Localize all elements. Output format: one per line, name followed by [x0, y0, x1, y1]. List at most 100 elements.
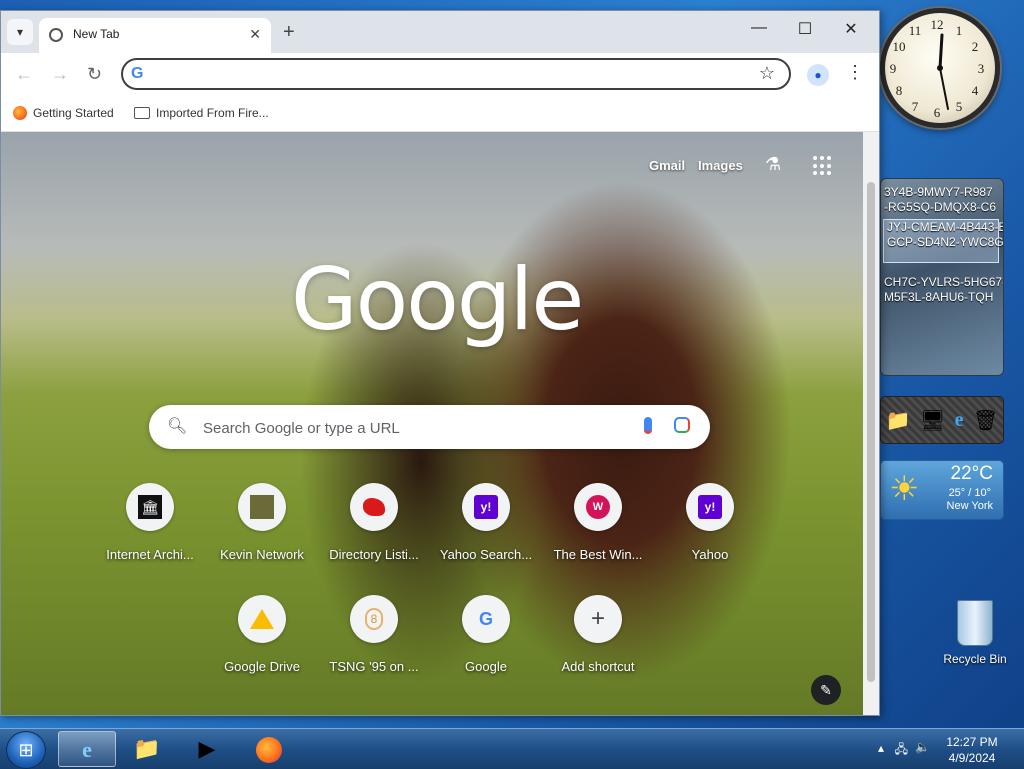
bookmarks-bar: Getting Started Imported From Fire... — [1, 97, 879, 132]
shortcut-google-drive[interactable]: Google Drive — [206, 595, 318, 674]
shortcut-label: The Best Win... — [553, 547, 643, 562]
shortcut-google[interactable]: G Google — [430, 595, 542, 674]
recycle-bin[interactable]: Recycle Bin — [940, 600, 1010, 666]
ntp-search-box[interactable]: 🔍︎ — [149, 405, 710, 449]
shortcut-best-windows[interactable]: W The Best Win... — [542, 483, 654, 562]
media-player-icon: ▶ — [198, 736, 216, 761]
clock-gadget: 12 1 2 3 4 5 6 7 8 9 10 11 — [880, 8, 1000, 128]
quick-launch-gadget: 📁 🖥 e 🗑 — [880, 396, 1004, 444]
close-tab-icon[interactable]: ✕ — [249, 26, 261, 43]
weather-temp: 22°C — [950, 463, 993, 484]
images-link[interactable]: Images — [698, 158, 743, 173]
close-window-button[interactable]: ✕ — [837, 19, 865, 39]
new-tab-button[interactable]: + — [283, 21, 295, 44]
taskbar-firefox[interactable] — [240, 731, 298, 767]
bookmark-getting-started[interactable]: Getting Started — [13, 106, 114, 120]
volume-muted-icon[interactable]: 🔈 — [915, 740, 930, 754]
forward-button[interactable]: → — [51, 64, 69, 85]
taskbar: ⊞ e 📁 ▶ ▴ 🖧 🔈 12:27 PM 4/9/2024 — [0, 728, 1024, 769]
recycle-bin-label: Recycle Bin — [943, 652, 1007, 666]
product-key-line: JYJ-CMEAM-4B443-E — [887, 220, 1004, 234]
back-button[interactable]: ← — [15, 64, 33, 85]
reload-button[interactable]: ↻ — [87, 64, 102, 85]
bookmark-star-icon[interactable]: ☆ — [759, 63, 775, 84]
labs-flask-icon[interactable]: ⚗ — [765, 154, 781, 175]
address-input[interactable] — [157, 63, 751, 87]
chrome-icon — [49, 28, 63, 42]
tab-strip: ▾ New Tab ✕ + — ☐ ✕ — [1, 11, 879, 53]
shortcut-label: Directory Listi... — [329, 547, 419, 562]
start-button[interactable]: ⊞ — [6, 731, 46, 769]
ntp-search-input[interactable] — [201, 416, 625, 440]
ie-icon[interactable]: e — [955, 409, 964, 432]
directory-listing-icon — [363, 498, 385, 516]
page-scrollbar[interactable] — [863, 132, 879, 715]
toolbar: ← → ↻ G ☆ ● ⋮ — [1, 53, 879, 97]
plus-icon: + — [590, 605, 605, 632]
profile-avatar[interactable]: ● — [807, 64, 829, 86]
show-hidden-icons-icon[interactable]: ▴ — [878, 741, 884, 755]
minimize-button[interactable]: — — [745, 19, 773, 37]
maximize-button[interactable]: ☐ — [791, 19, 819, 39]
shortcut-directory-listing[interactable]: Directory Listi... — [318, 483, 430, 562]
shortcut-label: Add shortcut — [561, 659, 635, 674]
chevron-down-icon: ▾ — [16, 25, 24, 39]
google-g-icon: G — [478, 608, 493, 629]
w-icon: W — [586, 495, 610, 519]
recycle-bin-icon — [957, 600, 993, 646]
partly-cloudy-icon: ☀ — [889, 470, 920, 508]
product-key-line: 3Y4B-9MWY7-R987 — [884, 185, 993, 199]
computer-icon[interactable]: 🖥 — [920, 408, 945, 433]
address-bar[interactable]: G ☆ — [121, 58, 791, 90]
google-g-icon: G — [131, 65, 144, 82]
product-key-line: M5F3L-8AHU6-TQH — [884, 290, 994, 304]
tab-search-button[interactable]: ▾ — [7, 19, 33, 45]
product-keys-gadget: 3Y4B-9MWY7-R987 -RG5SQ-DMQX8-C6 JYJ-CMEA… — [880, 178, 1004, 376]
tsng-icon: 8 — [365, 608, 383, 630]
trash-icon[interactable]: 🗑 — [973, 408, 998, 433]
taskbar-media-player[interactable]: ▶ — [178, 731, 236, 767]
tab-new-tab[interactable]: New Tab ✕ — [39, 18, 271, 53]
folder-icon[interactable]: 📁 — [886, 408, 911, 433]
shortcut-internet-archive[interactable]: 🏛 Internet Archi... — [94, 483, 206, 562]
google-logo: Google — [291, 250, 584, 350]
bookmark-imported-folder[interactable]: Imported From Fire... — [134, 106, 269, 120]
folder-icon: 📁 — [133, 736, 161, 761]
taskbar-clock[interactable]: 12:27 PM 4/9/2024 — [942, 734, 1002, 766]
menu-kebab-icon[interactable]: ⋮ — [846, 62, 864, 83]
browser-window: ▾ New Tab ✕ + — ☐ ✕ ← → ↻ G ☆ ● ⋮ Gettin… — [0, 10, 880, 716]
product-key-line: GCP-SD4N2-YWC8G- — [887, 235, 1004, 249]
shortcut-kevin-network[interactable]: Kevin Network — [206, 483, 318, 562]
shortcut-label: Internet Archi... — [106, 547, 194, 562]
firefox-icon — [13, 106, 27, 120]
customize-pencil-icon[interactable]: ✎ — [811, 675, 841, 705]
taskbar-explorer[interactable]: 📁 — [118, 731, 176, 767]
taskbar-ie[interactable]: e — [58, 731, 116, 767]
shortcut-yahoo-search[interactable]: y! Yahoo Search... — [430, 483, 542, 562]
network-icon[interactable]: 🖧 — [895, 740, 908, 761]
shortcut-label: Google — [465, 659, 507, 674]
shortcut-add[interactable]: + Add shortcut — [542, 595, 654, 674]
new-tab-page: Gmail Images ⚗ Google 🔍︎ 🏛 Internet Arch… — [1, 132, 863, 715]
yahoo-icon: y! — [698, 495, 722, 519]
firefox-icon — [256, 737, 282, 764]
google-lens-icon[interactable] — [674, 417, 690, 433]
shortcut-label: Google Drive — [224, 659, 300, 674]
shortcut-tsng[interactable]: 8 TSNG '95 on ... — [318, 595, 430, 674]
taskbar-date: 4/9/2024 — [948, 751, 996, 765]
search-icon: 🔍︎ — [167, 418, 188, 435]
taskbar-time: 12:27 PM — [946, 735, 998, 749]
ie-icon: e — [82, 737, 92, 762]
microphone-icon[interactable] — [644, 417, 652, 434]
internet-archive-icon: 🏛 — [138, 495, 162, 519]
shortcut-label: Kevin Network — [220, 547, 304, 562]
bookmark-label: Getting Started — [33, 106, 114, 120]
windows-logo-icon: ⊞ — [18, 740, 34, 760]
shortcut-yahoo[interactable]: y! Yahoo — [654, 483, 766, 562]
product-key-highlight: JYJ-CMEAM-4B443-E GCP-SD4N2-YWC8G- — [883, 219, 1004, 263]
gmail-link[interactable]: Gmail — [649, 158, 685, 173]
clock-hands-icon — [937, 33, 949, 110]
shortcut-label: Yahoo — [691, 547, 729, 562]
apps-grid-icon[interactable] — [813, 156, 833, 176]
scrollbar-thumb[interactable] — [867, 182, 875, 682]
